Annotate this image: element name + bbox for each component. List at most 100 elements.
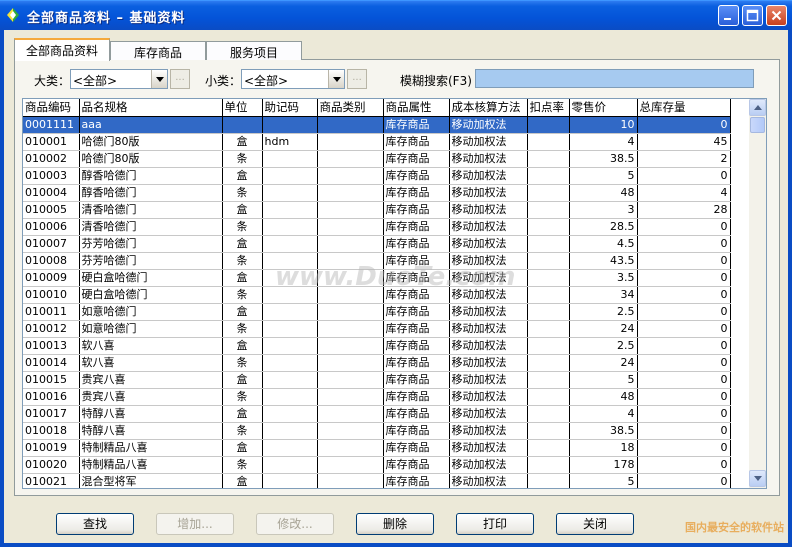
- table-cell: [317, 269, 384, 287]
- column-header[interactable]: 总库存量: [637, 99, 731, 117]
- add-button[interactable]: 增加...: [156, 513, 234, 535]
- table-row[interactable]: 010021 混合型将军盒 库存商品 移动加权法 5 0: [23, 473, 731, 488]
- table-row[interactable]: 010002 哈德门80版条 库存商品 移动加权法 38.5 2: [23, 150, 731, 168]
- major-category-browse-button[interactable]: ...: [170, 69, 190, 89]
- table-row[interactable]: 010004 醇香哈德门条 库存商品 移动加权法 48 4: [23, 184, 731, 202]
- column-header[interactable]: 商品编码: [23, 99, 80, 117]
- table-cell: 5: [569, 167, 638, 185]
- table-row[interactable]: 010005 清香哈德门盒 库存商品 移动加权法 3 28: [23, 201, 731, 219]
- table-row[interactable]: 010012 如意哈德门条 库存商品 移动加权法 24 0: [23, 320, 731, 338]
- table-cell: 盒: [222, 201, 263, 219]
- table-row[interactable]: 010008 芬芳哈德门条 库存商品 移动加权法 43.5 0: [23, 252, 731, 270]
- table-row[interactable]: 010006 清香哈德门条 库存商品 移动加权法 28.5 0: [23, 218, 731, 236]
- table-cell: [527, 388, 570, 406]
- table-cell: 移动加权法: [449, 116, 528, 134]
- table-cell: 特醇八喜: [79, 422, 223, 440]
- column-header[interactable]: 商品属性: [383, 99, 450, 117]
- column-header[interactable]: 品名规格: [79, 99, 223, 117]
- table-row[interactable]: 010015 贵宾八喜盒 库存商品 移动加权法 5 0: [23, 371, 731, 389]
- table-cell: [527, 320, 570, 338]
- table-row[interactable]: 010020 特制精品八喜条 库存商品 移动加权法 178 0: [23, 456, 731, 474]
- table-cell: [527, 235, 570, 253]
- table-row[interactable]: 0001111 aaa 库存商品 移动加权法 10 0: [23, 116, 731, 134]
- scroll-thumb[interactable]: [750, 117, 765, 133]
- table-row[interactable]: 010019 特制精品八喜盒 库存商品 移动加权法 18 0: [23, 439, 731, 457]
- minor-category-dropdown-button[interactable]: [328, 70, 344, 88]
- table-cell: 条: [222, 150, 263, 168]
- edit-button[interactable]: 修改...: [256, 513, 334, 535]
- chevron-up-icon: [754, 105, 762, 110]
- fuzzy-search-input[interactable]: [475, 69, 754, 88]
- title-bar[interactable]: 全部商品资料 – 基础资料: [0, 0, 792, 30]
- table-row[interactable]: 010011 如意哈德门盒 库存商品 移动加权法 2.5 0: [23, 303, 731, 321]
- table-row[interactable]: 010016 贵宾八喜条 库存商品 移动加权法 48 0: [23, 388, 731, 406]
- tab-stock-products[interactable]: 库存商品: [110, 41, 206, 60]
- table-row[interactable]: 010018 特醇八喜条 库存商品 移动加权法 38.5 0: [23, 422, 731, 440]
- table-body: 0001111 aaa 库存商品 移动加权法 10 0 010001 哈德门80版盒 hdm 库存…: [23, 116, 731, 488]
- table-row[interactable]: 010013 软八喜盒 库存商品 移动加权法 2.5 0: [23, 337, 731, 355]
- major-category-label: 大类：: [34, 74, 71, 88]
- tab-service-items[interactable]: 服务项目: [206, 41, 302, 60]
- major-category-select[interactable]: <全部>: [70, 69, 168, 89]
- vertical-scrollbar[interactable]: [749, 99, 766, 488]
- tab-all-products[interactable]: 全部商品资料: [14, 38, 110, 61]
- table-row[interactable]: 010003 醇香哈德门盒 库存商品 移动加权法 5 0: [23, 167, 731, 185]
- table-row[interactable]: 010010 硬白盒哈德门条 库存商品 移动加权法 34 0: [23, 286, 731, 304]
- window-frame-left: [0, 30, 4, 547]
- table-cell: [317, 354, 384, 372]
- close-button[interactable]: 关闭: [556, 513, 634, 535]
- column-header[interactable]: 单位: [222, 99, 263, 117]
- product-grid[interactable]: 商品编码 品名规格 单位 助记码 商品类别 商品属性 成本核算方法 扣点率 零售价 总库存量 00…: [22, 98, 767, 489]
- table-cell: 0: [637, 269, 731, 287]
- column-header[interactable]: 零售价: [569, 99, 638, 117]
- table-cell: aaa: [79, 116, 223, 134]
- close-icon: [771, 10, 782, 21]
- scroll-up-button[interactable]: [749, 99, 766, 116]
- table-cell: 条: [222, 252, 263, 270]
- table-row[interactable]: 010007 芬芳哈德门盒 库存商品 移动加权法 4.5 0: [23, 235, 731, 253]
- window-title: 全部商品资料 – 基础资料: [27, 11, 186, 26]
- table-cell: [317, 201, 384, 219]
- table-row[interactable]: 010017 特醇八喜盒 库存商品 移动加权法 4 0: [23, 405, 731, 423]
- column-header[interactable]: 助记码: [262, 99, 318, 117]
- maximize-button[interactable]: [742, 5, 763, 26]
- table-row[interactable]: 010014 软八喜条 库存商品 移动加权法 24 0: [23, 354, 731, 372]
- chevron-down-icon: [156, 77, 164, 82]
- table-cell: 010017: [23, 405, 80, 423]
- table-row[interactable]: 010001 哈德门80版盒 hdm 库存商品 移动加权法 4 45: [23, 133, 731, 151]
- column-header[interactable]: 商品类别: [317, 99, 384, 117]
- column-header[interactable]: 扣点率: [527, 99, 570, 117]
- table-cell: 0: [637, 235, 731, 253]
- find-button[interactable]: 查找: [56, 513, 134, 535]
- table-cell: [262, 218, 318, 236]
- table-cell: 条: [222, 218, 263, 236]
- table-cell: 盒: [222, 405, 263, 423]
- print-button[interactable]: 打印: [456, 513, 534, 535]
- table-cell: 0: [637, 422, 731, 440]
- table-cell: 2.5: [569, 337, 638, 355]
- table-cell: 醇香哈德门: [79, 167, 223, 185]
- table-cell: 清香哈德门: [79, 218, 223, 236]
- app-icon: [7, 8, 19, 22]
- minor-category-select[interactable]: <全部>: [241, 69, 345, 89]
- table-cell: [262, 456, 318, 474]
- table-cell: 0: [637, 405, 731, 423]
- table-cell: [262, 150, 318, 168]
- table-cell: 38.5: [569, 150, 638, 168]
- scroll-down-button[interactable]: [749, 470, 766, 487]
- table-cell: 哈德门80版: [79, 150, 223, 168]
- minor-category-browse-button[interactable]: ...: [347, 69, 367, 89]
- table-cell: [317, 150, 384, 168]
- table-cell: [262, 405, 318, 423]
- table-cell: 条: [222, 320, 263, 338]
- minimize-button[interactable]: [718, 5, 739, 26]
- column-header[interactable]: 成本核算方法: [449, 99, 528, 117]
- table-cell: 0: [637, 439, 731, 457]
- table-row[interactable]: 010009 硬白盒哈德门盒 库存商品 移动加权法 3.5 0: [23, 269, 731, 287]
- table-cell: [262, 473, 318, 488]
- close-window-button[interactable]: [766, 5, 787, 26]
- delete-button[interactable]: 删除: [356, 513, 434, 535]
- table-cell: 移动加权法: [449, 388, 528, 406]
- table-cell: 条: [222, 286, 263, 304]
- major-category-dropdown-button[interactable]: [151, 70, 167, 88]
